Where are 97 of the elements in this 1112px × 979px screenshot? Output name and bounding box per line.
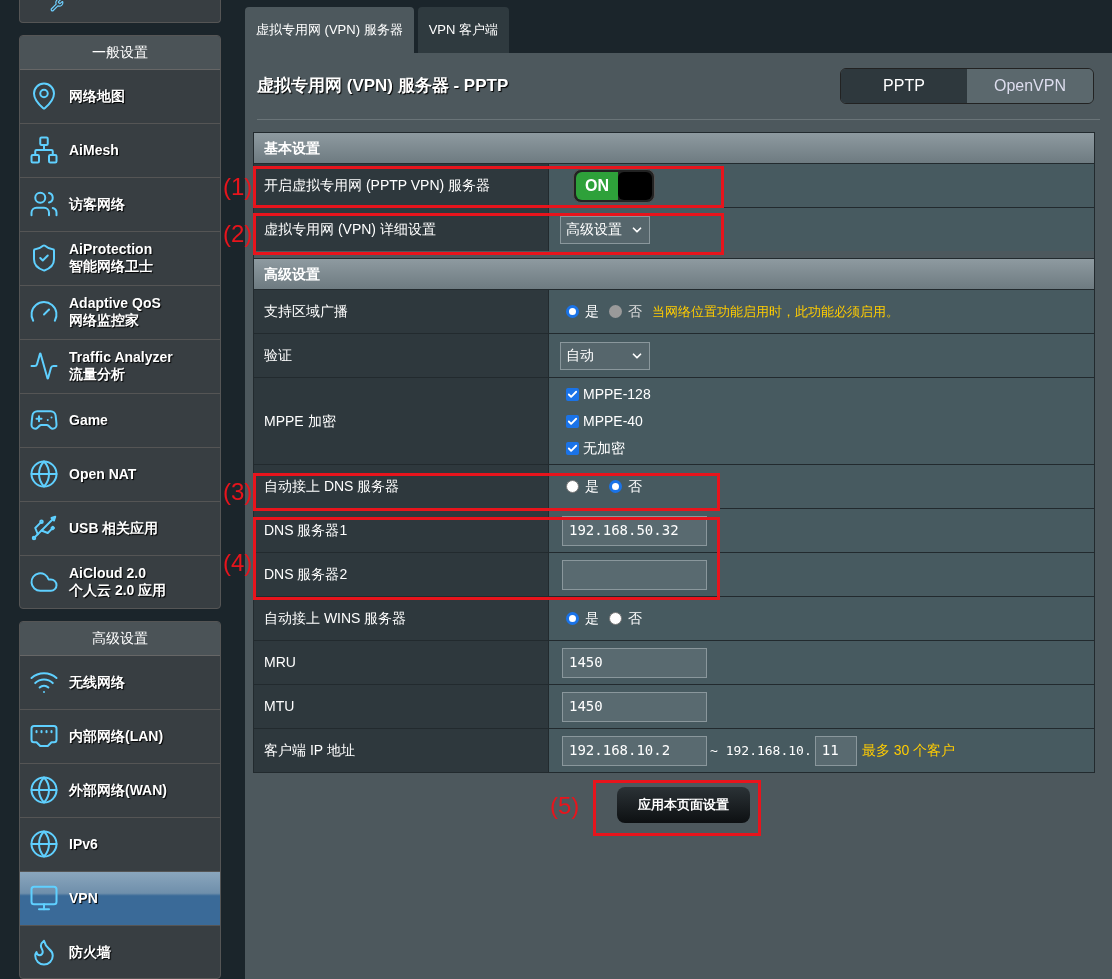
sidebar-item[interactable]: 访客网络: [20, 177, 220, 232]
sidebar-heading: 一般设置: [92, 42, 148, 62]
ip-prefix: ~ 192.168.10.: [710, 741, 812, 760]
sidebar-label: AiProtection: [69, 241, 153, 259]
globe-icon: [29, 829, 59, 859]
sidebar-item[interactable]: 防火墙: [20, 925, 220, 978]
input-field[interactable]: 192.168.10.2: [562, 735, 707, 766]
sidebar-label: USB 相关应用: [69, 519, 159, 537]
sidebar-item[interactable]: USB 相关应用: [20, 501, 220, 556]
apply-button[interactable]: 应用本页面设置: [617, 787, 750, 823]
checkbox[interactable]: [566, 414, 579, 428]
sidebar-item[interactable]: IPv6: [20, 817, 220, 872]
sidebar-item[interactable]: 无线网络: [20, 655, 220, 710]
checkbox[interactable]: [566, 387, 579, 401]
tool-icon: [50, 0, 64, 12]
radio-label: 否: [628, 609, 642, 628]
sidebar-item[interactable]: 内部网络(LAN): [20, 709, 220, 764]
radio-label: 是: [585, 477, 599, 496]
sidebar-item[interactable]: 外部网络(WAN): [20, 763, 220, 818]
field-label: 验证: [264, 346, 292, 365]
tab[interactable]: 虚拟专用网 (VPN) 服务器: [245, 7, 414, 53]
sidebar-item[interactable]: 网络地图: [20, 69, 220, 124]
checkbox[interactable]: [566, 441, 579, 455]
sidebar-item[interactable]: Traffic Analyzer 流量分析: [20, 339, 220, 394]
dropdown[interactable]: 高级设置: [560, 215, 650, 244]
field-label: MPPE 加密: [264, 411, 336, 431]
section-header: 高级设置: [264, 264, 320, 284]
sidebar-label: VPN: [69, 889, 98, 907]
mode-toggle[interactable]: PPTP: [841, 69, 967, 103]
field-label: 客户端 IP 地址: [264, 741, 355, 760]
globe-icon: [29, 775, 59, 805]
sidebar-label: 访客网络: [69, 195, 125, 213]
sidebar-label: 防火墙: [69, 943, 111, 961]
field-label: 自动接上 DNS 服务器: [264, 477, 400, 496]
radio-label: 是: [585, 609, 599, 628]
sidebar-label: 内部网络(LAN): [69, 727, 164, 745]
sidebar-label: Open NAT: [69, 465, 137, 483]
sidebar-item[interactable]: Open NAT: [20, 447, 220, 502]
network-icon: [29, 135, 59, 166]
checkbox-label: MPPE-128: [583, 384, 651, 404]
field-label: MTU: [264, 697, 295, 716]
hint-text: 当网络位置功能启用时，此功能必须启用。: [652, 302, 899, 321]
input-field[interactable]: 1450: [562, 647, 707, 678]
dropdown[interactable]: 自动: [560, 341, 650, 370]
section-header: 基本设置: [264, 138, 320, 158]
field-label: DNS 服务器1: [264, 521, 348, 540]
radio-button[interactable]: [609, 612, 622, 625]
page-title: 虚拟专用网 (VPN) 服务器 - PPTP: [257, 75, 509, 98]
annotation-label: (1): [223, 172, 253, 202]
radio-label: 否: [628, 302, 642, 321]
radio-button[interactable]: [566, 480, 579, 493]
sidebar-label: AiCloud 2.0: [69, 565, 147, 583]
checkbox-label: 无加密: [583, 438, 625, 458]
sidebar-sublabel: 流量分析: [69, 366, 126, 384]
annotation-label: (4): [223, 548, 253, 578]
radio-button[interactable]: [566, 612, 579, 625]
field-label: 自动接上 WINS 服务器: [264, 609, 407, 628]
sidebar-item[interactable]: AiCloud 2.0 个人云 2.0 应用: [20, 555, 220, 608]
checkbox-label: MPPE-40: [583, 411, 643, 431]
sidebar-label: Game: [69, 411, 108, 429]
sidebar-heading: 高级设置: [92, 628, 148, 648]
radio-button[interactable]: [566, 305, 579, 318]
input-field[interactable]: 11: [814, 735, 857, 766]
radio-button[interactable]: [609, 480, 622, 493]
field-label: 开启虚拟专用网 (PPTP VPN) 服务器: [264, 176, 491, 195]
mode-toggle[interactable]: OpenVPN: [967, 69, 1093, 103]
sidebar-label: 无线网络: [69, 673, 125, 691]
sidebar-label: Traffic Analyzer: [69, 349, 173, 367]
sidebar-item[interactable]: AiMesh: [20, 123, 220, 178]
sidebar-item[interactable]: AiProtection 智能网络卫士: [20, 231, 220, 286]
radio-label: 是: [585, 302, 599, 321]
radio-label: 否: [628, 477, 642, 496]
annotation-label: (3): [223, 477, 253, 507]
activity-icon: [29, 351, 59, 382]
field-label: MRU: [264, 653, 296, 672]
annotation-label: (5): [550, 791, 580, 821]
input-field[interactable]: 1450: [562, 691, 707, 722]
field-label: 虚拟专用网 (VPN) 详细设置: [264, 220, 436, 239]
hint-text: 最多 30 个客户: [861, 741, 956, 760]
sidebar-sublabel: 智能网络卫士: [69, 258, 153, 276]
field-label: 支持区域广播: [264, 302, 348, 321]
sidebar-sublabel: 个人云 2.0 应用: [69, 582, 167, 600]
annotation-label: (2): [223, 219, 253, 249]
sidebar-label: IPv6: [69, 835, 98, 853]
sidebar-item[interactable]: Adaptive QoS 网络监控家: [20, 285, 220, 340]
sidebar-label: Adaptive QoS: [69, 295, 161, 313]
sidebar-sublabel: 网络监控家: [69, 312, 140, 330]
sidebar-label: 外部网络(WAN): [69, 781, 167, 799]
sidebar-item[interactable]: VPN: [20, 871, 220, 926]
monitor-icon: [29, 883, 59, 913]
field-label: DNS 服务器2: [264, 565, 348, 584]
sidebar-label: 网络地图: [69, 87, 125, 105]
tab[interactable]: VPN 客户端: [417, 7, 509, 53]
sidebar-item[interactable]: Game: [20, 393, 220, 448]
globe-icon: [29, 459, 59, 490]
sidebar-label: AiMesh: [69, 141, 119, 159]
input-field[interactable]: [562, 559, 707, 590]
